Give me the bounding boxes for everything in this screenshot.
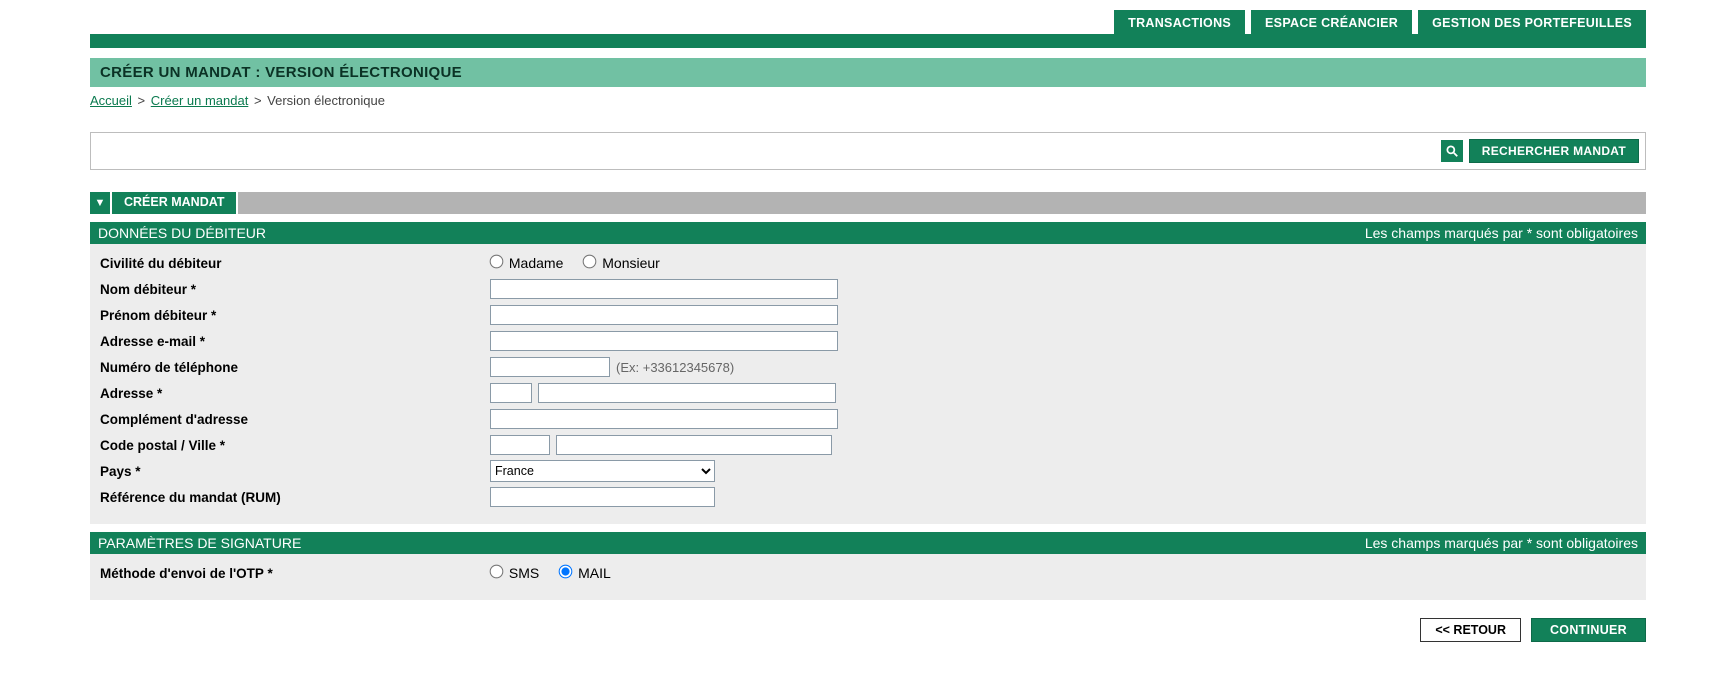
- radio-madame-label: Madame: [509, 255, 563, 271]
- input-code-postal[interactable]: [490, 435, 550, 455]
- radio-mail-label: MAIL: [578, 565, 611, 581]
- section-header-signature: PARAMÈTRES DE SIGNATURE Les champs marqu…: [90, 532, 1646, 554]
- radio-sms-wrap[interactable]: SMS: [490, 565, 539, 581]
- breadcrumb-create-mandat[interactable]: Créer un mandat: [151, 93, 249, 108]
- label-prenom: Prénom débiteur *: [100, 308, 490, 323]
- required-hint: Les champs marqués par * sont obligatoir…: [1365, 225, 1638, 241]
- page-title: CRÉER UN MANDAT : VERSION ÉLECTRONIQUE: [90, 58, 1646, 87]
- input-email[interactable]: [490, 331, 838, 351]
- label-complement: Complément d'adresse: [100, 412, 490, 427]
- section-body-debiteur: Civilité du débiteur Madame Monsieur Nom…: [90, 244, 1646, 524]
- section-title: PARAMÈTRES DE SIGNATURE: [98, 535, 301, 551]
- section-body-signature: Méthode d'envoi de l'OTP * SMS MAIL: [90, 554, 1646, 600]
- tab-espace-creancier[interactable]: ESPACE CRÉANCIER: [1251, 10, 1412, 34]
- breadcrumb-home[interactable]: Accueil: [90, 93, 132, 108]
- input-rum[interactable]: [490, 487, 715, 507]
- tab-transactions[interactable]: TRANSACTIONS: [1114, 10, 1245, 34]
- label-otp: Méthode d'envoi de l'OTP *: [100, 566, 490, 581]
- search-button[interactable]: RECHERCHER MANDAT: [1469, 139, 1639, 163]
- tab-gestion-portefeuilles[interactable]: GESTION DES PORTEFEUILLES: [1418, 10, 1646, 34]
- label-adresse: Adresse *: [100, 386, 490, 401]
- label-nom: Nom débiteur *: [100, 282, 490, 297]
- radio-sms-label: SMS: [509, 565, 539, 581]
- radio-monsieur-wrap[interactable]: Monsieur: [583, 255, 659, 271]
- input-telephone[interactable]: [490, 357, 610, 377]
- radio-monsieur[interactable]: [583, 255, 597, 269]
- breadcrumb-sep: >: [252, 93, 264, 108]
- back-button[interactable]: << RETOUR: [1420, 618, 1521, 642]
- hint-telephone: (Ex: +33612345678): [616, 360, 734, 375]
- breadcrumb-sep: >: [136, 93, 148, 108]
- dropdown-caret-icon[interactable]: ▼: [90, 192, 110, 214]
- label-rum: Référence du mandat (RUM): [100, 490, 490, 505]
- section-tab-spacer: [236, 192, 1646, 214]
- breadcrumb: Accueil > Créer un mandat > Version élec…: [90, 87, 1646, 108]
- section-tab-creer-mandat[interactable]: CRÉER MANDAT: [110, 192, 236, 214]
- continue-button[interactable]: CONTINUER: [1531, 618, 1646, 642]
- radio-sms[interactable]: [490, 565, 504, 579]
- bottom-buttons: << RETOUR CONTINUER: [90, 618, 1646, 642]
- top-tabs: TRANSACTIONS ESPACE CRÉANCIER GESTION DE…: [90, 10, 1646, 34]
- label-civilite: Civilité du débiteur: [100, 256, 490, 271]
- input-nom[interactable]: [490, 279, 838, 299]
- radio-monsieur-label: Monsieur: [602, 255, 660, 271]
- tabs-underbar: [90, 34, 1646, 48]
- radio-madame[interactable]: [490, 255, 504, 269]
- label-pays: Pays *: [100, 464, 490, 479]
- required-hint: Les champs marqués par * sont obligatoir…: [1365, 535, 1638, 551]
- section-title: DONNÉES DU DÉBITEUR: [98, 225, 266, 241]
- input-complement[interactable]: [490, 409, 838, 429]
- input-ville[interactable]: [556, 435, 832, 455]
- search-bar: RECHERCHER MANDAT: [90, 132, 1646, 170]
- section-header-debiteur: DONNÉES DU DÉBITEUR Les champs marqués p…: [90, 222, 1646, 244]
- label-email: Adresse e-mail *: [100, 334, 490, 349]
- section-tab-row: ▼ CRÉER MANDAT: [90, 192, 1646, 214]
- select-pays[interactable]: France: [490, 460, 715, 482]
- radio-mail[interactable]: [559, 565, 573, 579]
- input-prenom[interactable]: [490, 305, 838, 325]
- label-telephone: Numéro de téléphone: [100, 360, 490, 375]
- input-adresse-rue[interactable]: [538, 383, 836, 403]
- label-cp-ville: Code postal / Ville *: [100, 438, 490, 453]
- input-adresse-num[interactable]: [490, 383, 532, 403]
- radio-mail-wrap[interactable]: MAIL: [559, 565, 611, 581]
- search-icon[interactable]: [1441, 140, 1463, 162]
- breadcrumb-current: Version électronique: [267, 93, 385, 108]
- radio-madame-wrap[interactable]: Madame: [490, 255, 563, 271]
